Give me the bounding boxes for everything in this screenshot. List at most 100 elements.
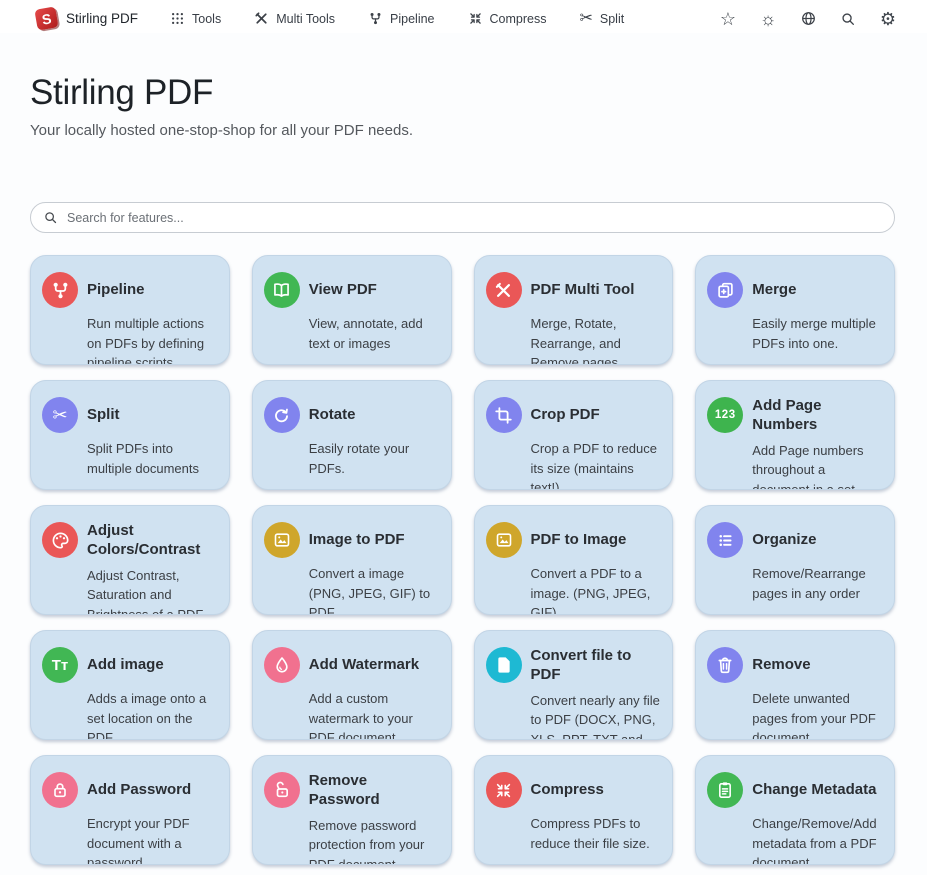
image-icon [486, 522, 522, 558]
card-title: Crop PDF [531, 406, 661, 425]
book-icon [264, 272, 300, 308]
card-title: Add Password [87, 781, 217, 800]
stirling-logo-icon: S [34, 6, 58, 30]
clipboard-icon [707, 772, 743, 808]
nav-item-multi-tools[interactable]: Multi Tools [254, 11, 335, 26]
tools-icon [486, 272, 522, 308]
settings-gear-icon[interactable]: ⚙ [879, 10, 897, 28]
image-icon [264, 522, 300, 558]
card-title: PDF to Image [531, 531, 661, 550]
theme-toggle-sun-icon[interactable]: ☼ [759, 10, 777, 28]
tool-card-adjust-colors-contrast[interactable]: Adjust Colors/Contrast Adjust Contrast, … [30, 505, 230, 615]
top-navbar: S Stirling PDF Tools Multi Tools Pipelin… [0, 0, 927, 33]
tool-card-add-page-numbers[interactable]: 123 Add Page Numbers Add Page numbers th… [695, 380, 895, 490]
nav-label: Compress [490, 12, 547, 26]
tool-card-image-to-pdf[interactable]: Image to PDF Convert a image (PNG, JPEG,… [252, 505, 452, 615]
card-description: Remove password protection from your PDF… [309, 816, 439, 866]
tool-card-grid: Pipeline Run multiple actions on PDFs by… [30, 255, 895, 865]
nav-item-tools[interactable]: Tools [170, 11, 221, 26]
card-title: Add image [87, 656, 217, 675]
brand-name: Stirling PDF [66, 11, 138, 26]
tool-card-pipeline[interactable]: Pipeline Run multiple actions on PDFs by… [30, 255, 230, 365]
nav-item-compress[interactable]: Compress [468, 11, 547, 26]
pipeline-icon [368, 11, 383, 26]
card-description: Encrypt your PDF document with a passwor… [87, 814, 217, 865]
tool-card-pdf-multi-tool[interactable]: PDF Multi Tool Merge, Rotate, Rearrange,… [474, 255, 674, 365]
main-nav: Tools Multi Tools Pipeline Compress ✂ Sp… [170, 11, 624, 27]
pipeline-icon [42, 272, 78, 308]
tool-card-compress[interactable]: Compress Compress PDFs to reduce their f… [474, 755, 674, 865]
nav-label: Multi Tools [276, 12, 335, 26]
nav-label: Pipeline [390, 12, 434, 26]
card-title: Adjust Colors/Contrast [87, 522, 217, 560]
tool-card-merge[interactable]: Merge Easily merge multiple PDFs into on… [695, 255, 895, 365]
card-description: Compress PDFs to reduce their file size. [531, 814, 661, 853]
crop-icon [486, 397, 522, 433]
list-icon [707, 522, 743, 558]
nav-item-split[interactable]: ✂ Split [579, 11, 624, 27]
card-title: Add Watermark [309, 656, 439, 675]
tool-card-add-watermark[interactable]: Add Watermark Add a custom watermark to … [252, 630, 452, 740]
tool-card-pdf-to-image[interactable]: PDF to Image Convert a PDF to a image. (… [474, 505, 674, 615]
compress-icon [468, 11, 483, 26]
card-description: Easily merge multiple PDFs into one. [752, 314, 882, 353]
merge-icon [707, 272, 743, 308]
tool-card-remove-password[interactable]: Remove Password Remove password protecti… [252, 755, 452, 865]
card-description: Crop a PDF to reduce its size (maintains… [531, 439, 661, 490]
card-title: Image to PDF [309, 531, 439, 550]
rotate-icon [264, 397, 300, 433]
tool-card-split[interactable]: ✂ Split Split PDFs into multiple documen… [30, 380, 230, 490]
text-size-icon: Tᴛ [42, 647, 78, 683]
card-title: Change Metadata [752, 781, 882, 800]
card-description: Add Page numbers throughout a document i… [752, 441, 882, 491]
search-icon[interactable] [839, 10, 857, 28]
card-description: Remove/Rearrange pages in any order [752, 564, 882, 603]
favourite-star-icon[interactable]: ☆ [719, 10, 737, 28]
tool-card-add-image[interactable]: Tᴛ Add image Adds a image onto a set loc… [30, 630, 230, 740]
nav-label: Tools [192, 12, 221, 26]
tool-card-add-password[interactable]: Add Password Encrypt your PDF document w… [30, 755, 230, 865]
tool-card-change-metadata[interactable]: Change Metadata Change/Remove/Add metada… [695, 755, 895, 865]
card-title: PDF Multi Tool [531, 281, 661, 300]
nav-item-pipeline[interactable]: Pipeline [368, 11, 434, 26]
lock-icon [42, 772, 78, 808]
feature-search-bar[interactable] [30, 202, 895, 233]
search-icon [43, 210, 58, 225]
card-title: View PDF [309, 281, 439, 300]
card-description: Convert a PDF to a image. (PNG, JPEG, GI… [531, 564, 661, 615]
page-title: Stirling PDF [30, 73, 897, 113]
card-title: Compress [531, 781, 661, 800]
card-description: Adjust Contrast, Saturation and Brightne… [87, 566, 217, 616]
card-title: Merge [752, 281, 882, 300]
card-description: Delete unwanted pages from your PDF docu… [752, 689, 882, 740]
card-title: Rotate [309, 406, 439, 425]
card-title: Split [87, 406, 217, 425]
brand[interactable]: S Stirling PDF [36, 8, 138, 29]
card-title: Organize [752, 531, 882, 550]
droplet-icon [264, 647, 300, 683]
file-icon [486, 647, 522, 683]
scissors-icon: ✂ [42, 397, 78, 433]
card-title: Add Page Numbers [752, 397, 882, 435]
tool-card-convert-file-to-pdf[interactable]: Convert file to PDF Convert nearly any f… [474, 630, 674, 740]
tool-card-view-pdf[interactable]: View PDF View, annotate, add text or ima… [252, 255, 452, 365]
page-numbers-icon: 123 [707, 397, 743, 433]
nav-label: Split [600, 12, 624, 26]
card-title: Remove [752, 656, 882, 675]
palette-icon [42, 522, 78, 558]
feature-search-input[interactable] [67, 211, 882, 225]
language-globe-icon[interactable] [799, 10, 817, 28]
compress-icon [486, 772, 522, 808]
card-title: Pipeline [87, 281, 217, 300]
card-description: Convert nearly any file to PDF (DOCX, PN… [531, 691, 661, 741]
tool-card-remove[interactable]: Remove Delete unwanted pages from your P… [695, 630, 895, 740]
tool-card-organize[interactable]: Organize Remove/Rearrange pages in any o… [695, 505, 895, 615]
card-description: Easily rotate your PDFs. [309, 439, 439, 478]
card-description: Adds a image onto a set location on the … [87, 689, 217, 740]
card-description: Run multiple actions on PDFs by defining… [87, 314, 217, 365]
scissors-icon: ✂ [579, 11, 592, 27]
tool-card-rotate[interactable]: Rotate Easily rotate your PDFs. [252, 380, 452, 490]
card-description: Split PDFs into multiple documents [87, 439, 217, 478]
page-subtitle: Your locally hosted one-stop-shop for al… [30, 122, 897, 139]
tool-card-crop-pdf[interactable]: Crop PDF Crop a PDF to reduce its size (… [474, 380, 674, 490]
